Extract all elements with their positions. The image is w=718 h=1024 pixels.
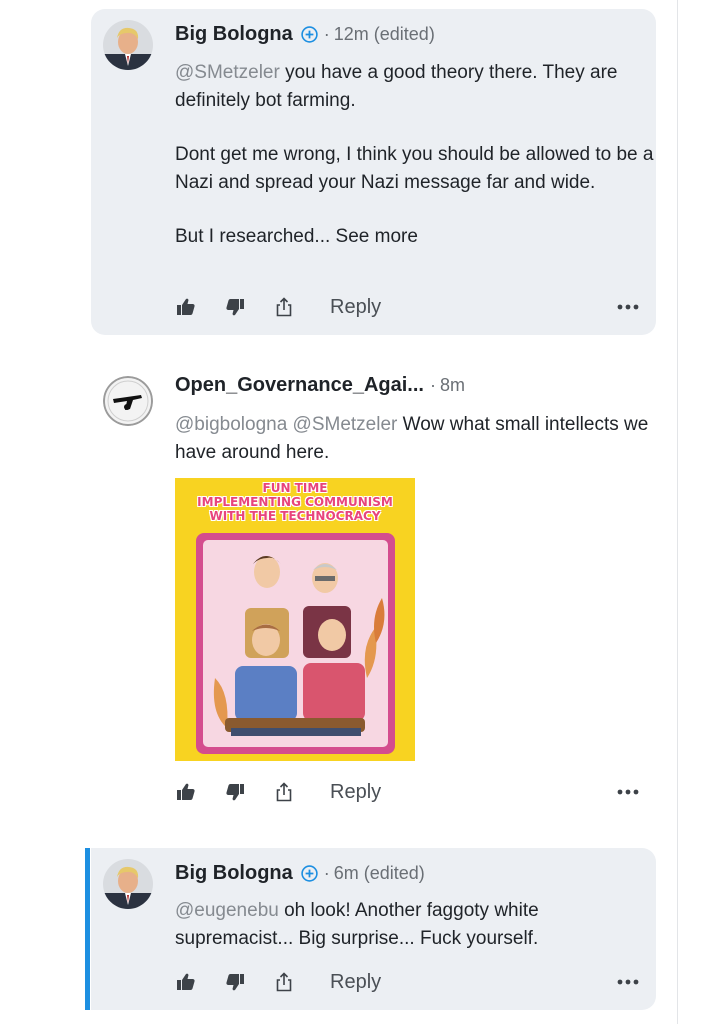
separator-dot: · <box>323 23 330 44</box>
thumbs-up-icon[interactable] <box>175 971 197 993</box>
username[interactable]: Big Bologna <box>175 862 293 885</box>
share-icon[interactable] <box>273 296 295 318</box>
more-options-icon[interactable] <box>616 296 640 318</box>
comment-header: Big Bologna · 6m (edited) <box>175 860 425 886</box>
thread-indicator <box>85 848 90 1010</box>
reply-button[interactable]: Reply <box>330 971 381 994</box>
comment-body: @SMetzeler you have a good theory there.… <box>175 59 655 251</box>
comment-text: Dont get me wrong, I think you should be… <box>175 144 654 193</box>
timestamp: 12m (edited) <box>333 23 435 44</box>
comment-header: Open_Governance_Agai... · 8m <box>175 372 465 398</box>
comment-card: Open_Governance_Agai... · 8m @bigbologna… <box>91 360 656 820</box>
comment-actions: Reply <box>175 968 640 996</box>
share-icon[interactable] <box>273 781 295 803</box>
thumbs-down-icon[interactable] <box>224 781 246 803</box>
thumbs-up-icon[interactable] <box>175 781 197 803</box>
comment-actions: Reply <box>175 778 640 806</box>
comment-text: But I researched... <box>175 226 331 247</box>
share-icon[interactable] <box>273 971 295 993</box>
avatar[interactable] <box>103 20 153 70</box>
comment-paragraph: But I researched... See more <box>175 223 655 251</box>
reply-button[interactable]: Reply <box>330 781 381 804</box>
comment-body: @bigbologna @SMetzeler Wow what small in… <box>175 411 655 466</box>
image-caption: WITH THE TECHNOCRACY <box>209 509 381 523</box>
comment-paragraph: @eugenebu oh look! Another faggoty white… <box>175 897 655 952</box>
username[interactable]: Big Bologna <box>175 23 293 46</box>
more-options-icon[interactable] <box>616 971 640 993</box>
comment-card: Big Bologna · 6m (edited) @eugenebu oh l… <box>91 848 656 1010</box>
separator-dot: · <box>429 374 436 395</box>
timestamp: 8m <box>439 374 465 395</box>
comment-actions: Reply <box>175 293 640 321</box>
comment-body: @eugenebu oh look! Another faggoty white… <box>175 897 655 952</box>
image-caption: IMPLEMENTING COMMUNISM <box>197 495 393 509</box>
comment-header: Big Bologna · 12m (edited) <box>175 21 435 47</box>
timestamp: 6m (edited) <box>333 862 425 883</box>
more-options-icon[interactable] <box>616 781 640 803</box>
attached-image[interactable]: FUN TIME IMPLEMENTING COMMUNISM WITH THE… <box>175 478 415 761</box>
mention-link[interactable]: @SMetzeler <box>175 62 280 83</box>
thumbs-down-icon[interactable] <box>224 971 246 993</box>
image-caption: FUN TIME <box>262 481 328 495</box>
see-more-link[interactable]: See more <box>330 226 418 247</box>
separator-dot: · <box>323 862 330 883</box>
comment-paragraph: @bigbologna @SMetzeler Wow what small in… <box>175 411 655 466</box>
mention-link[interactable]: @eugenebu <box>175 900 279 921</box>
mention-link[interactable]: @bigbologna @SMetzeler <box>175 414 397 435</box>
avatar[interactable] <box>103 859 153 909</box>
comment-paragraph: @SMetzeler you have a good theory there.… <box>175 59 655 114</box>
plus-circle-icon[interactable] <box>301 25 318 43</box>
thumbs-down-icon[interactable] <box>224 296 246 318</box>
username[interactable]: Open_Governance_Agai... <box>175 374 424 397</box>
content-divider <box>677 0 678 1024</box>
avatar[interactable] <box>103 376 153 426</box>
reply-button[interactable]: Reply <box>330 296 381 319</box>
comment-card: Big Bologna · 12m (edited) @SMetzeler yo… <box>91 9 656 335</box>
plus-circle-icon[interactable] <box>301 864 318 882</box>
comment-paragraph: Dont get me wrong, I think you should be… <box>175 141 655 196</box>
thumbs-up-icon[interactable] <box>175 296 197 318</box>
